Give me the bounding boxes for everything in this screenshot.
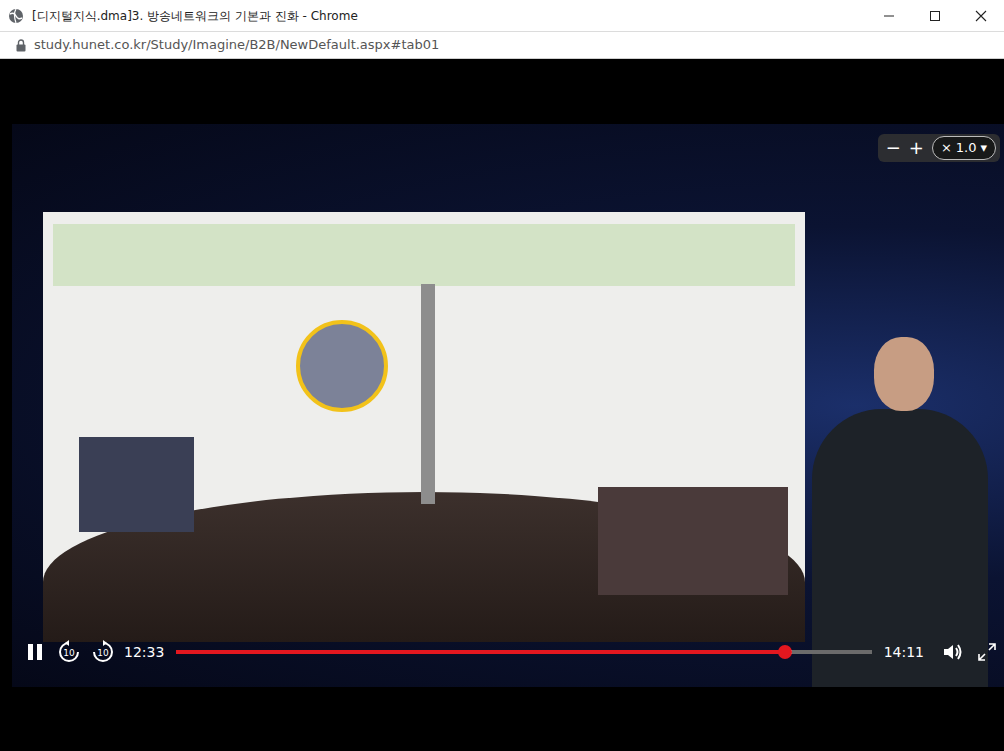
url-text: study.hunet.co.kr/Study/Imagine/B2B/NewD… bbox=[34, 35, 439, 55]
slide-tower bbox=[421, 284, 435, 504]
fullscreen-button[interactable] bbox=[974, 639, 1000, 665]
speed-value: 1.0 bbox=[956, 138, 977, 158]
slide-band bbox=[53, 224, 795, 286]
control-bar: 10 10 12:33 14:11 bbox=[12, 637, 1004, 667]
fullscreen-icon bbox=[978, 643, 996, 661]
speed-control: − + × 1.0 ▾ bbox=[878, 134, 1000, 162]
slide-phone bbox=[598, 487, 788, 595]
rewind-label: 10 bbox=[63, 648, 75, 658]
presenter-head bbox=[874, 337, 934, 411]
speed-pill[interactable]: × 1.0 ▾ bbox=[932, 136, 996, 160]
minimize-icon bbox=[883, 10, 895, 22]
maximize-button[interactable] bbox=[912, 0, 958, 32]
slide-node bbox=[296, 320, 388, 412]
minimize-button[interactable] bbox=[866, 0, 912, 32]
title-bar: [디지털지식.dma]3. 방송네트워크의 기본과 진화 - Chrome bbox=[0, 0, 1004, 32]
slide-tv bbox=[79, 437, 194, 532]
rewind-button[interactable]: 10 bbox=[56, 639, 82, 665]
speed-caret[interactable]: ▾ bbox=[980, 138, 987, 158]
speed-down-button[interactable]: − bbox=[886, 139, 901, 157]
close-button[interactable] bbox=[958, 0, 1004, 32]
duration: 14:11 bbox=[884, 642, 924, 663]
speed-close[interactable]: × bbox=[941, 138, 952, 158]
pause-icon bbox=[26, 643, 44, 661]
speaker-icon bbox=[942, 642, 964, 662]
progress-track[interactable] bbox=[176, 650, 871, 654]
progress-handle[interactable] bbox=[778, 645, 792, 659]
forward-icon: 10 bbox=[91, 640, 115, 664]
close-icon bbox=[975, 10, 987, 22]
window-title: [디지털지식.dma]3. 방송네트워크의 기본과 진화 - Chrome bbox=[32, 7, 866, 25]
lock-icon bbox=[16, 39, 26, 52]
speed-up-button[interactable]: + bbox=[909, 139, 924, 157]
video-frame-slide bbox=[43, 212, 805, 642]
globe-icon bbox=[8, 8, 24, 24]
address-bar[interactable]: study.hunet.co.kr/Study/Imagine/B2B/NewD… bbox=[0, 32, 1004, 59]
maximize-icon bbox=[929, 10, 941, 22]
progress-fill bbox=[176, 650, 784, 654]
video-player[interactable]: − + × 1.0 ▾ 10 10 bbox=[12, 124, 1004, 687]
forward-label: 10 bbox=[97, 648, 109, 658]
rewind-icon: 10 bbox=[57, 640, 81, 664]
current-time: 12:33 bbox=[124, 642, 164, 663]
forward-button[interactable]: 10 bbox=[90, 639, 116, 665]
volume-button[interactable] bbox=[940, 639, 966, 665]
play-pause-button[interactable] bbox=[22, 639, 48, 665]
page-area: − + × 1.0 ▾ 10 10 bbox=[0, 59, 1004, 750]
